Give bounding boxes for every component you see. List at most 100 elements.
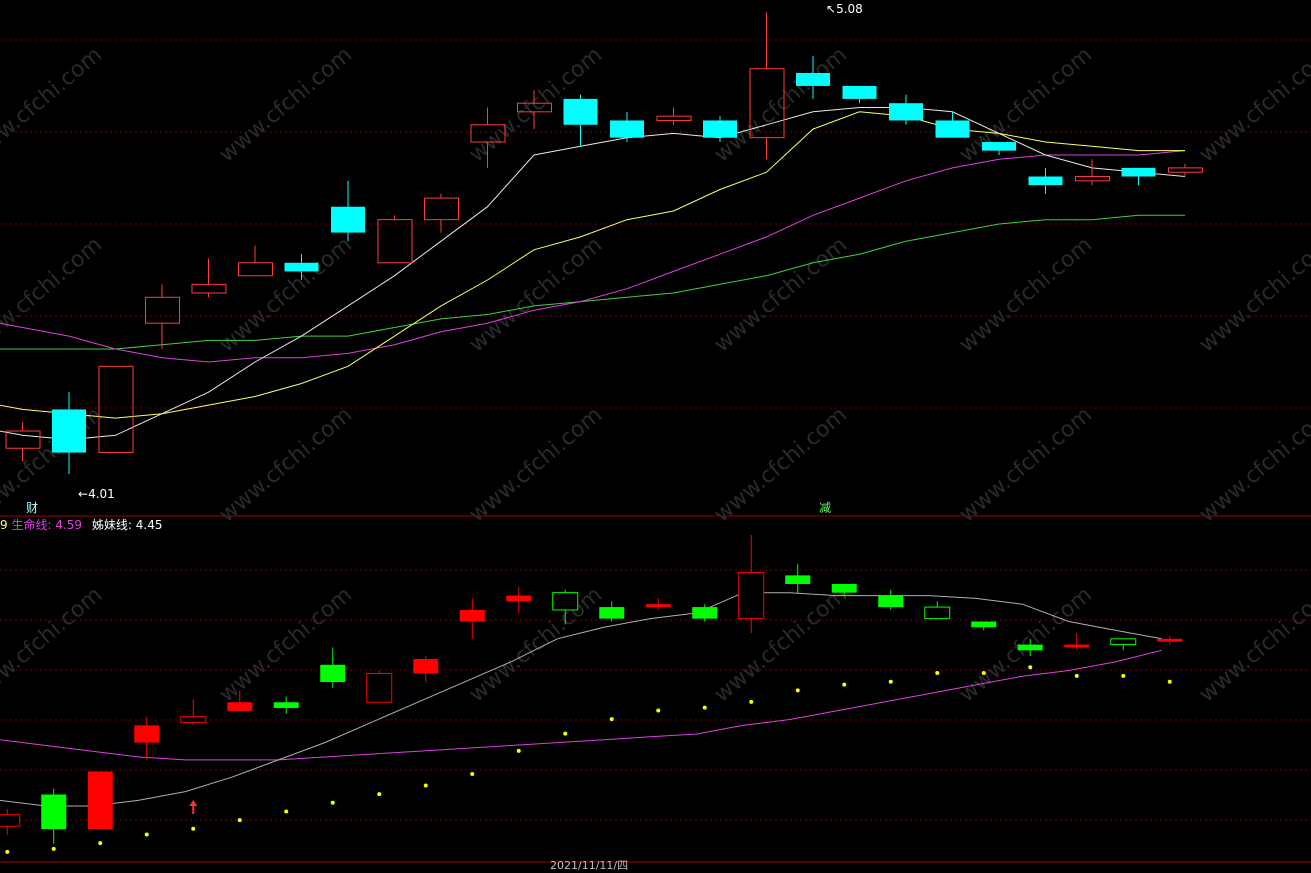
sub-candle-body (366, 672, 393, 703)
sub-candle-body (413, 658, 439, 674)
ma-white-line (0, 107, 1186, 441)
candle-body-down (703, 120, 737, 138)
sub-candle-body (0, 814, 21, 827)
candle-body-up (424, 197, 459, 221)
sub-candle-body (180, 716, 207, 723)
signal-dot (935, 671, 940, 676)
high-arrow: ↖ (826, 2, 837, 16)
high-price-label: 5.08 (836, 2, 863, 16)
signal-dot (191, 826, 196, 831)
watermark-text: www.cfchi.com (465, 232, 607, 357)
cai-marker: 财 (26, 501, 39, 515)
candle-body-down (284, 262, 319, 272)
signal-dot (1074, 673, 1079, 678)
signal-dot (609, 717, 614, 722)
sub-candle-body (134, 725, 160, 743)
watermark-text: www.cfchi.com (1195, 582, 1311, 707)
watermark-text: www.cfchi.com (1195, 232, 1311, 357)
signal-dot (1121, 673, 1126, 678)
signal-dot (1167, 679, 1172, 684)
signal-dot (237, 818, 242, 823)
candle-body-up (377, 219, 413, 264)
sub-candle-body (738, 571, 765, 620)
buy-arrow-icon (189, 800, 198, 814)
watermark-text: www.cfchi.com (465, 402, 607, 527)
watermark-text: www.cfchi.com (0, 42, 107, 167)
low-price-marker: ←4.01 (78, 487, 115, 501)
watermark-text: www.cfchi.com (710, 232, 852, 357)
watermark-text: www.cfchi.com (710, 582, 852, 707)
signal-dot (888, 679, 893, 684)
sister-line-value: 4.45 (135, 518, 163, 532)
candle-body-down (563, 98, 598, 125)
signal-dot (656, 708, 661, 713)
main-price-panel[interactable] (0, 12, 1203, 475)
sub-candle-body (924, 606, 951, 620)
sub-candle-body (692, 607, 718, 619)
high-price-marker: ↖5.08 (826, 2, 863, 16)
candle-body-down (52, 409, 86, 453)
signal-dot (702, 705, 707, 710)
watermark-text: www.cfchi.com (215, 402, 357, 527)
candle-body-up (1075, 176, 1110, 182)
sub-candle-body (227, 702, 253, 711)
candle-body-up (98, 365, 134, 454)
signal-dot (423, 783, 428, 788)
sub-candle-body (1017, 644, 1043, 651)
candle-body-down (1028, 176, 1063, 186)
watermark-layer: www.cfchi.com www.cfchi.com www.cfchi.com w… (0, 42, 1311, 707)
signal-dot (563, 731, 568, 736)
candle-body-down (935, 120, 970, 138)
ma-yellow-line (0, 111, 1185, 419)
watermark-text: www.cfchi.com (215, 582, 357, 707)
sub-candle-body (599, 607, 625, 619)
sub-candle-body (1064, 644, 1090, 648)
sub-candle-body (878, 595, 904, 608)
sub-candle-body (41, 794, 67, 830)
signal-dot (516, 748, 521, 753)
signal-dot (842, 682, 847, 687)
sub-candle-body (552, 592, 579, 611)
stock-chart[interactable]: www.cfchi.com www.cfchi.com www.cfchi.com w… (0, 0, 1311, 866)
candle-body-down (796, 73, 830, 86)
watermark-text: www.cfchi.com (955, 232, 1097, 357)
sub-candle-body (1110, 638, 1137, 646)
low-arrow: ← (78, 487, 89, 501)
signal-dot (98, 841, 103, 846)
candle-body-down (331, 206, 365, 233)
life-line-label: 生命线: (11, 518, 52, 532)
legend-prefix: 9 (0, 518, 8, 532)
candle-body-up (238, 262, 273, 277)
sub-candle-body (971, 621, 997, 628)
signal-dot (795, 688, 800, 693)
sub-candle-body (645, 604, 671, 608)
candle-body-down (982, 142, 1016, 151)
watermark-text: www.cfchi.com (955, 42, 1097, 167)
candle-body-up (1168, 167, 1203, 173)
signal-dot (144, 832, 149, 837)
candle-body-up (191, 283, 227, 294)
watermark-text: www.cfchi.com (0, 582, 107, 707)
sub-candle-body (506, 595, 532, 602)
signal-dot (330, 800, 335, 805)
sub-candle-body (87, 771, 113, 830)
signal-dot (51, 846, 56, 851)
watermark-text: www.cfchi.com (215, 42, 357, 167)
sub-candle-body (831, 584, 857, 593)
signal-dot (377, 792, 382, 797)
sub-candle-body (320, 664, 346, 683)
sub-candle-body (459, 609, 485, 622)
watermark-text: www.cfchi.com (465, 582, 607, 707)
candle-body-down (889, 103, 923, 121)
signal-dot (1028, 665, 1033, 670)
watermark-text: www.cfchi.com (0, 232, 107, 357)
candle-body-up (145, 296, 180, 324)
signal-dot (749, 699, 754, 704)
watermark-text: www.cfchi.com (1195, 402, 1311, 527)
jian-marker: 减 (819, 501, 832, 515)
sub-candle-body (785, 575, 811, 585)
signal-dot (470, 771, 475, 776)
signal-dot (981, 671, 986, 676)
life-line-value: 4.59 (55, 518, 83, 532)
candle-body-down (842, 85, 877, 99)
